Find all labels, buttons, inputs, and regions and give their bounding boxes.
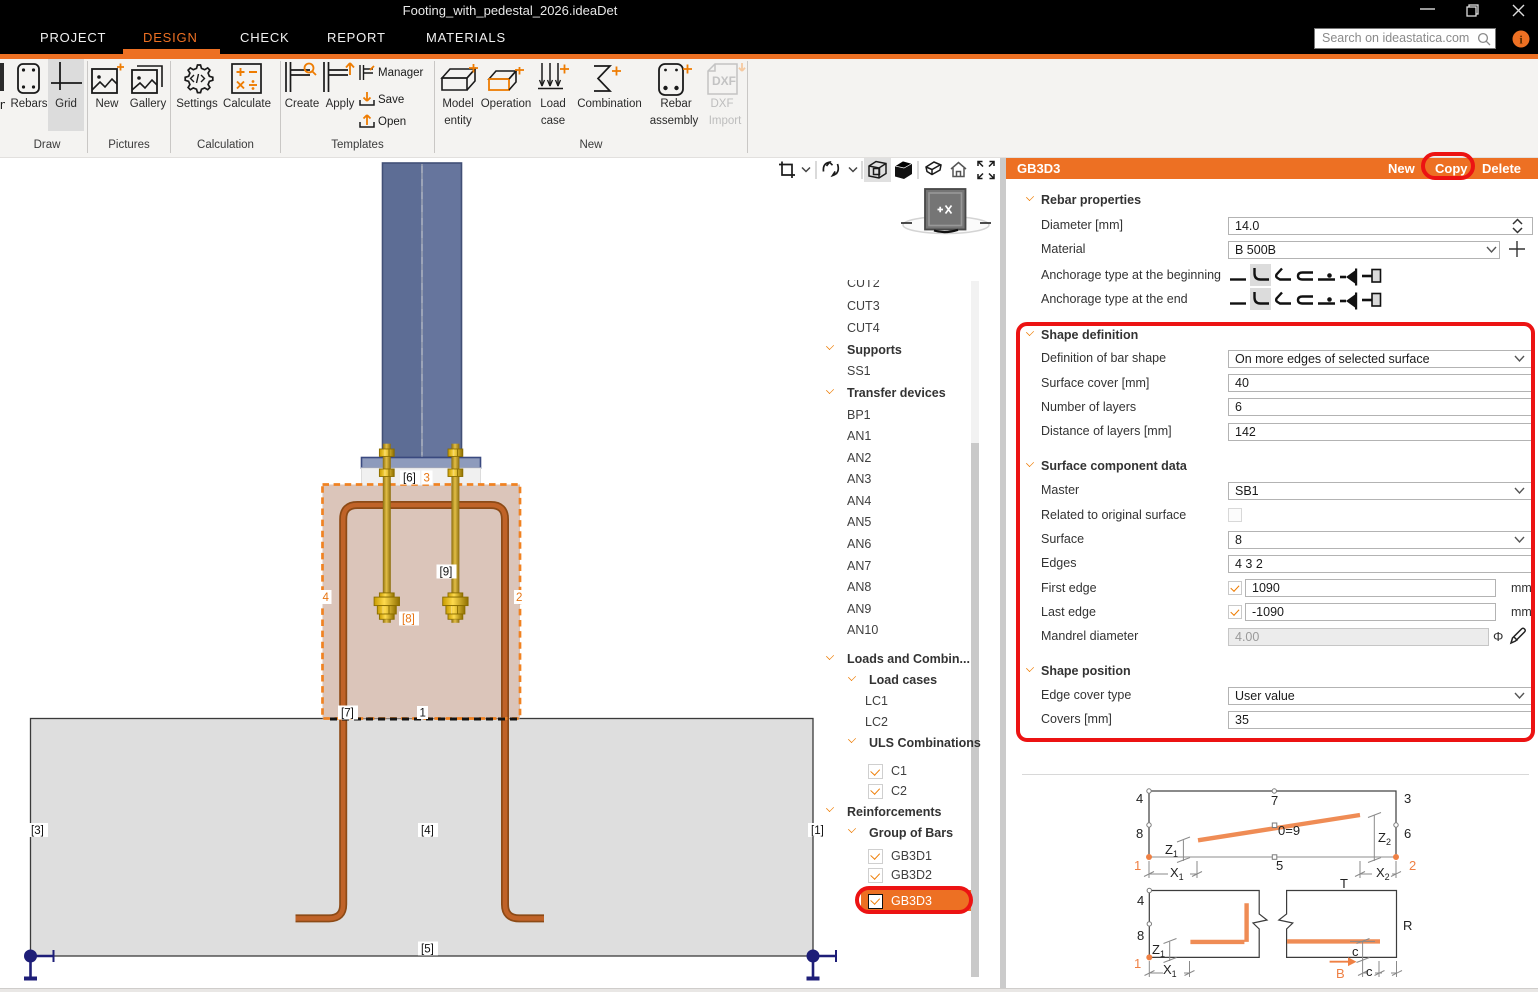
- svg-text:[6]: [6]: [403, 473, 416, 485]
- svg-text:[8]: [8]: [402, 614, 415, 626]
- svg-text:2: 2: [516, 592, 522, 604]
- svg-text:Z2: Z2: [1378, 830, 1391, 847]
- svg-text:4: 4: [323, 592, 330, 604]
- svg-text:3: 3: [424, 473, 430, 485]
- svg-text:[9]: [9]: [440, 567, 453, 579]
- svg-text:7: 7: [1271, 793, 1278, 808]
- svg-text:5: 5: [1276, 858, 1283, 873]
- svg-text:B: B: [1336, 966, 1345, 981]
- svg-text:4: 4: [1136, 791, 1143, 806]
- svg-text:Z1: Z1: [1152, 942, 1165, 959]
- svg-text:6: 6: [1404, 826, 1411, 841]
- svg-text:DXF: DXF: [712, 74, 736, 88]
- svg-text:c: c: [1352, 944, 1359, 959]
- svg-text:1: 1: [420, 708, 426, 720]
- svg-text:[4]: [4]: [421, 825, 434, 837]
- svg-text:[7]: [7]: [341, 708, 354, 720]
- svg-text:0=9: 0=9: [1278, 823, 1300, 838]
- svg-text:4: 4: [1137, 893, 1144, 908]
- svg-text:3: 3: [1404, 791, 1411, 806]
- svg-text:[3]: [3]: [31, 825, 44, 837]
- svg-text:X2: X2: [1376, 865, 1390, 882]
- svg-text:1: 1: [1134, 956, 1141, 971]
- svg-text:8: 8: [1137, 928, 1144, 943]
- svg-text:c: c: [1366, 964, 1373, 979]
- svg-text:Z1: Z1: [1165, 842, 1178, 859]
- svg-text:X1: X1: [1163, 962, 1177, 979]
- svg-text:T: T: [1340, 876, 1348, 891]
- svg-text:X1: X1: [1170, 865, 1184, 882]
- svg-text:R: R: [1403, 918, 1412, 933]
- svg-text:1: 1: [1134, 858, 1141, 873]
- svg-text:[5]: [5]: [421, 944, 434, 956]
- svg-text:2: 2: [1409, 858, 1416, 873]
- svg-text:8: 8: [1136, 826, 1143, 841]
